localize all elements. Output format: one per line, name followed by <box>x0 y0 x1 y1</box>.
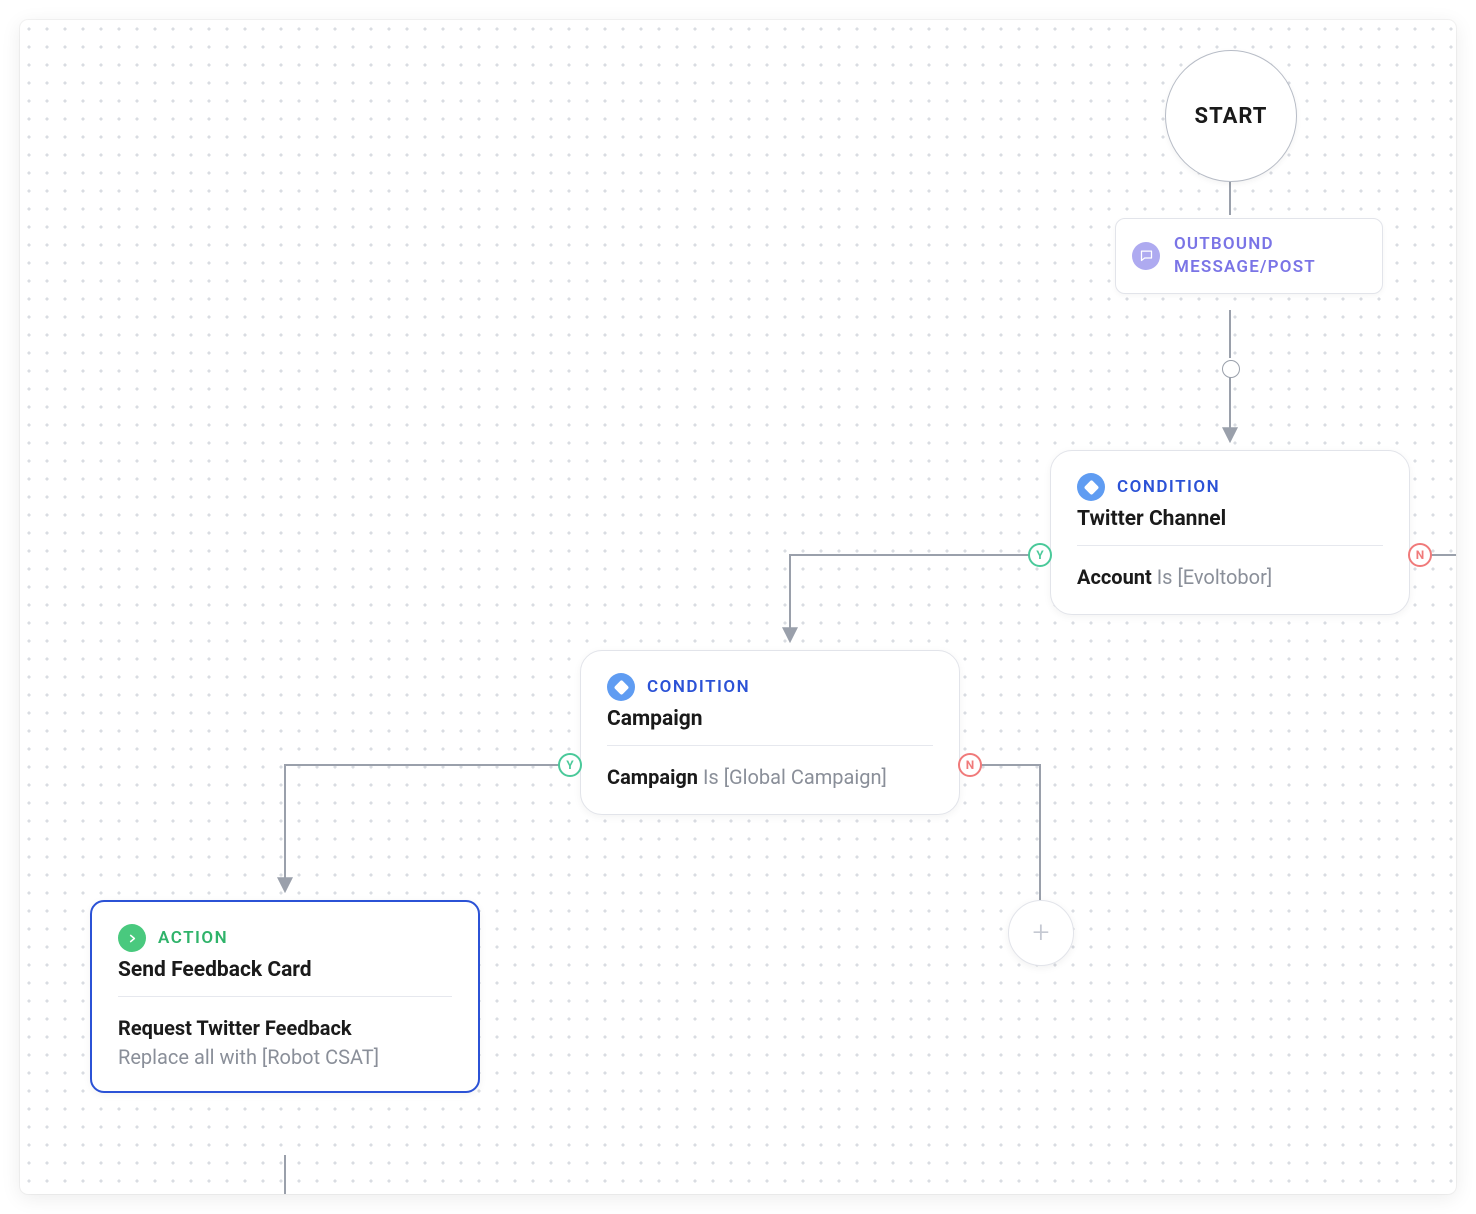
workflow-canvas[interactable]: START OUTBOUND MESSAGE/POST CONDITION Tw… <box>20 20 1456 1194</box>
card-title: Send Feedback Card <box>118 958 452 982</box>
action-rule-sub: Replace all with [Robot CSAT] <box>118 1045 452 1069</box>
card-title: Twitter Channel <box>1077 507 1383 531</box>
start-node[interactable]: START <box>1165 50 1297 182</box>
condition-icon <box>1077 473 1105 501</box>
connector-dot <box>1222 360 1240 378</box>
card-type-label: ACTION <box>158 928 228 948</box>
port-yes[interactable]: Y <box>1028 543 1052 567</box>
card-type-label: CONDITION <box>1117 477 1220 497</box>
condition-rule: Campaign Is [Global Campaign] <box>607 762 933 792</box>
trigger-label: OUTBOUND MESSAGE/POST <box>1174 233 1362 279</box>
divider <box>118 996 452 997</box>
condition-icon <box>607 673 635 701</box>
card-type-label: CONDITION <box>647 677 750 697</box>
action-rule: Request Twitter Feedback <box>118 1013 452 1043</box>
trigger-card[interactable]: OUTBOUND MESSAGE/POST <box>1115 218 1383 294</box>
condition-rule: Account Is [Evoltobor] <box>1077 562 1383 592</box>
action-send-feedback-card[interactable]: ACTION Send Feedback Card Request Twitte… <box>90 900 480 1093</box>
divider <box>1077 545 1383 546</box>
add-node-button[interactable]: + <box>1008 900 1074 966</box>
condition-campaign[interactable]: CONDITION Campaign Campaign Is [Global C… <box>580 650 960 815</box>
divider <box>607 745 933 746</box>
action-icon <box>118 924 146 952</box>
message-icon <box>1132 242 1160 270</box>
port-no[interactable]: N <box>958 753 982 777</box>
start-label: START <box>1195 104 1268 129</box>
port-yes[interactable]: Y <box>558 753 582 777</box>
port-no[interactable]: N <box>1408 543 1432 567</box>
condition-twitter-channel[interactable]: CONDITION Twitter Channel Account Is [Ev… <box>1050 450 1410 615</box>
plus-icon: + <box>1033 918 1050 948</box>
card-title: Campaign <box>607 707 933 731</box>
